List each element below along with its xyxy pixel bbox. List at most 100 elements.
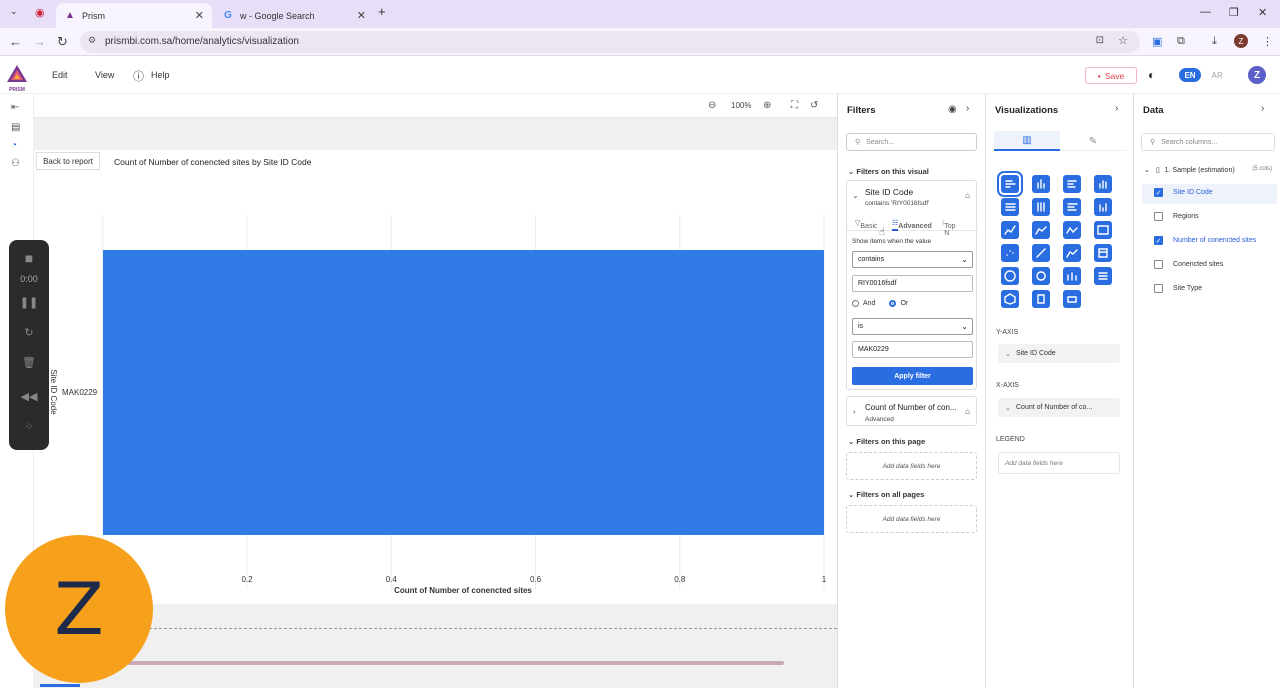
close-window-icon[interactable]: ✕ bbox=[1258, 6, 1267, 19]
field-checkbox[interactable] bbox=[1154, 260, 1163, 269]
visual-type-1-0-icon[interactable] bbox=[1001, 198, 1019, 216]
visual-type-2-1-icon[interactable] bbox=[1032, 221, 1050, 239]
close-tab-icon[interactable]: ✕ bbox=[357, 9, 366, 22]
help-circle-icon[interactable]: ⓘ bbox=[133, 68, 144, 84]
field-checkbox[interactable]: ✓ bbox=[1154, 236, 1163, 245]
visual-type-2-2-icon[interactable] bbox=[1063, 221, 1081, 239]
filters-on-all-pages-heading[interactable]: ⌄ Filters on all pages bbox=[848, 490, 924, 499]
field-item[interactable]: Conencted sites bbox=[1154, 260, 1223, 269]
analytics-icon[interactable]: ◔ bbox=[11, 140, 17, 151]
reload-icon[interactable]: ↻ bbox=[57, 34, 68, 50]
filters-on-page-heading[interactable]: ⌄ Filters on this page bbox=[848, 437, 925, 446]
field-item[interactable]: ✓ Number of conencted sites bbox=[1154, 236, 1256, 245]
visual-type-0-3-icon[interactable] bbox=[1094, 175, 1112, 193]
extensions-puzzle-icon[interactable]: ⧉ bbox=[1177, 35, 1185, 48]
or-radio[interactable] bbox=[889, 300, 897, 307]
field-checkbox[interactable]: ✓ bbox=[1154, 188, 1163, 197]
collapse-chevron-icon[interactable]: › bbox=[966, 103, 969, 114]
new-tab-icon[interactable]: + bbox=[378, 4, 386, 19]
chevron-down-icon[interactable]: ⌄ bbox=[852, 191, 859, 200]
close-tab-icon[interactable]: ✕ bbox=[195, 9, 204, 22]
minimize-icon[interactable]: — bbox=[1200, 6, 1211, 18]
visual-type-2-0-icon[interactable] bbox=[1001, 221, 1019, 239]
visual-type-2-3-icon[interactable] bbox=[1094, 221, 1112, 239]
user-avatar[interactable]: Z bbox=[1248, 66, 1266, 84]
condition1-input[interactable]: RIY0016fsdf bbox=[852, 275, 973, 292]
zoom-out-icon[interactable]: ⊖ bbox=[708, 100, 716, 111]
apply-filter-button[interactable]: Apply filter bbox=[852, 367, 973, 385]
visual-type-4-0-icon[interactable] bbox=[1001, 267, 1019, 285]
site-info-icon[interactable]: ⚙ bbox=[88, 35, 96, 46]
eraser-icon[interactable]: ⌂ bbox=[965, 191, 970, 200]
x-axis-field-well[interactable]: ⌄ Count of Number of co... bbox=[998, 398, 1120, 417]
build-visual-tab[interactable]: ▥ bbox=[994, 131, 1060, 151]
visual-type-5-0-icon[interactable] bbox=[1001, 290, 1019, 308]
grid-dots-icon[interactable]: ⁘ bbox=[9, 420, 49, 433]
exit-icon[interactable]: ⇤ bbox=[11, 102, 19, 113]
table-node[interactable]: ⌄ ▯ 1. Sample (estimation) (5 cols) bbox=[1144, 166, 1278, 174]
condition1-select[interactable]: contains ⌄ bbox=[852, 251, 973, 268]
restart-icon[interactable]: ↻ bbox=[9, 326, 49, 339]
record-icon[interactable]: ◉ bbox=[35, 6, 45, 19]
canvas-horizontal-scrollbar[interactable] bbox=[124, 661, 784, 665]
format-visual-tab[interactable]: ✎ bbox=[1060, 131, 1126, 151]
legend-dropzone[interactable]: Add data fields here bbox=[998, 452, 1120, 474]
visual-type-3-1-icon[interactable] bbox=[1032, 244, 1050, 262]
tab-basic[interactable]: ▽ Basic bbox=[855, 219, 878, 230]
back-arrow-icon[interactable]: ← bbox=[9, 34, 22, 49]
eraser-icon[interactable]: ⌂ bbox=[965, 407, 970, 416]
lang-en-toggle[interactable]: EN bbox=[1179, 68, 1201, 82]
filters-on-visual-heading[interactable]: ⌄ Filters on this visual bbox=[848, 167, 929, 176]
field-item[interactable]: ✓ Site ID Code bbox=[1154, 188, 1213, 197]
tab-search-icon[interactable]: ⌄ bbox=[10, 6, 18, 17]
field-checkbox[interactable] bbox=[1154, 284, 1163, 293]
profile-avatar[interactable]: Z bbox=[1234, 34, 1248, 48]
save-button[interactable]: ▪ Save bbox=[1085, 67, 1137, 84]
address-bar[interactable]: ⚙ prismbi.com.sa/home/analytics/visualiz… bbox=[80, 31, 1140, 53]
tab-google-search[interactable]: G w - Google Search ✕ bbox=[214, 3, 374, 28]
bar-MAK0229[interactable] bbox=[103, 250, 824, 535]
visual-type-1-3-icon[interactable] bbox=[1094, 198, 1112, 216]
y-axis-field-well[interactable]: ⌄ Site ID Code bbox=[998, 344, 1120, 363]
menu-view[interactable]: View bbox=[95, 70, 114, 80]
page-filters-dropzone[interactable]: Add data fields here bbox=[846, 452, 977, 480]
visual-type-1-2-icon[interactable] bbox=[1063, 198, 1081, 216]
model-icon[interactable]: ⚇ bbox=[11, 158, 20, 169]
chevron-right-icon[interactable]: › bbox=[853, 407, 856, 416]
visual-type-3-2-icon[interactable] bbox=[1063, 244, 1081, 262]
tab-topn[interactable]: ⁝ Top N bbox=[942, 219, 956, 237]
visual-type-5-1-icon[interactable] bbox=[1032, 290, 1050, 308]
tab-advanced[interactable]: ☷ Advanced bbox=[892, 219, 932, 231]
menu-edit[interactable]: Edit bbox=[52, 70, 68, 80]
report-icon[interactable]: ▤ bbox=[11, 122, 20, 133]
page-tab-indicator[interactable] bbox=[40, 684, 80, 687]
reset-zoom-icon[interactable]: ↺ bbox=[810, 100, 818, 111]
and-radio[interactable] bbox=[852, 300, 859, 307]
visual-type-4-1-icon[interactable] bbox=[1032, 267, 1050, 285]
collapse-chevron-icon[interactable]: › bbox=[1261, 103, 1264, 114]
install-app-icon[interactable]: ⊡ bbox=[1096, 35, 1104, 46]
visual-type-0-1-icon[interactable] bbox=[1032, 175, 1050, 193]
rewind-icon[interactable]: ◀◀ bbox=[9, 390, 49, 403]
visual-type-4-2-icon[interactable] bbox=[1063, 267, 1081, 285]
visual-type-3-3-icon[interactable] bbox=[1094, 244, 1112, 262]
pause-icon[interactable]: ❚❚ bbox=[9, 296, 49, 309]
tab-prism[interactable]: ▲ Prism ✕ bbox=[56, 3, 212, 28]
delete-icon[interactable]: 🗑 bbox=[9, 356, 49, 369]
maximize-icon[interactable]: ❐ bbox=[1229, 6, 1239, 19]
visual-type-0-0-icon[interactable] bbox=[997, 171, 1023, 197]
dark-mode-moon-icon[interactable]: ◐ bbox=[1148, 68, 1155, 82]
field-item[interactable]: Site Type bbox=[1154, 284, 1202, 293]
visual-type-1-1-icon[interactable] bbox=[1032, 198, 1050, 216]
lang-ar-toggle[interactable]: AR bbox=[1206, 68, 1228, 82]
visual-type-3-0-icon[interactable] bbox=[1001, 244, 1019, 262]
all-pages-filters-dropzone[interactable]: Add data fields here bbox=[846, 505, 977, 533]
browser-menu-icon[interactable]: ⋮ bbox=[1262, 35, 1273, 48]
field-checkbox[interactable] bbox=[1154, 212, 1163, 221]
filters-search-input[interactable]: ⚲ Search... bbox=[846, 133, 977, 151]
stop-record-icon[interactable]: ■ bbox=[9, 250, 49, 266]
extension-badge-icon[interactable]: ▣ bbox=[1152, 35, 1162, 48]
eye-icon[interactable]: ◉ bbox=[948, 104, 957, 115]
forward-arrow-icon[interactable]: → bbox=[33, 34, 46, 49]
condition2-input[interactable]: MAK0229 bbox=[852, 341, 973, 358]
